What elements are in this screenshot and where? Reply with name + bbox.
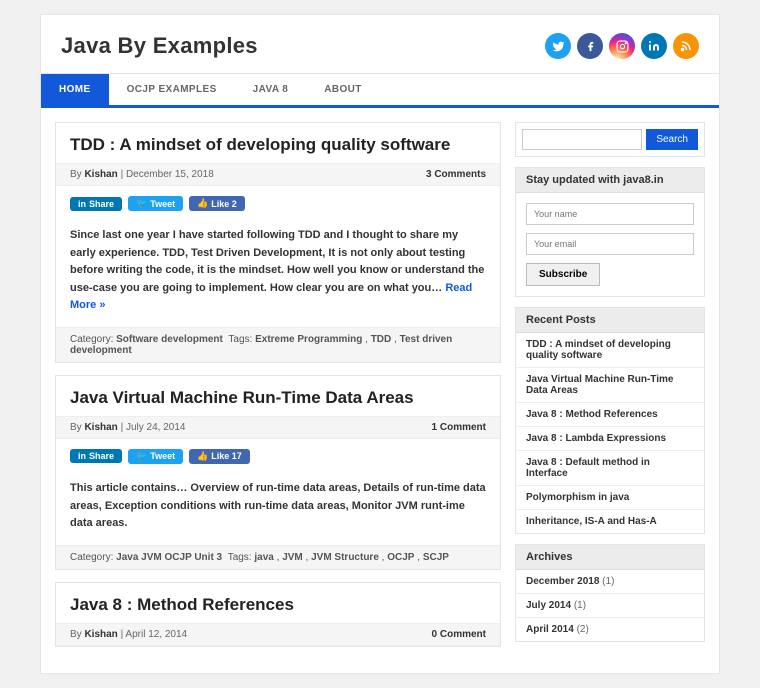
- post-author[interactable]: Kishan: [84, 169, 117, 180]
- tag-link[interactable]: TDD: [371, 334, 392, 345]
- post-comments[interactable]: 1 Comment: [432, 422, 486, 433]
- post-date: December 15, 2018: [126, 169, 214, 180]
- recent-post-link[interactable]: Java 8 : Lambda Expressions: [516, 427, 704, 451]
- post-author[interactable]: Kishan: [84, 629, 117, 640]
- widget-title: Archives: [516, 545, 704, 570]
- archives-widget: Archives December 2018 (1) July 2014 (1)…: [515, 544, 705, 642]
- main-content: TDD : A mindset of developing quality so…: [55, 122, 501, 659]
- archive-link[interactable]: April 2014 (2): [516, 618, 704, 641]
- subscribe-name-input[interactable]: [526, 203, 694, 225]
- post-author[interactable]: Kishan: [84, 422, 117, 433]
- instagram-icon[interactable]: [609, 33, 635, 59]
- share-row: inShare 🐦Tweet 👍Like 17: [56, 439, 500, 474]
- tag-link[interactable]: java: [254, 552, 273, 563]
- post-meta: By Kishan | December 15, 2018 3 Comments: [56, 163, 500, 186]
- search-button[interactable]: Search: [646, 129, 698, 150]
- post-meta: By Kishan | April 12, 2014 0 Comment: [56, 623, 500, 646]
- post-comments[interactable]: 3 Comments: [426, 169, 486, 180]
- linkedin-icon[interactable]: [641, 33, 667, 59]
- tag-link[interactable]: JVM: [282, 552, 303, 563]
- share-twitter-button[interactable]: 🐦Tweet: [128, 449, 183, 464]
- rss-icon[interactable]: [673, 33, 699, 59]
- recent-post-link[interactable]: Java Virtual Machine Run-Time Data Areas: [516, 368, 704, 403]
- subscribe-widget: Stay updated with java8.in Subscribe: [515, 167, 705, 297]
- post-title[interactable]: Java 8 : Method References: [56, 583, 500, 623]
- share-linkedin-button[interactable]: inShare: [70, 449, 122, 463]
- recent-post-link[interactable]: Java 8 : Default method in Interface: [516, 451, 704, 486]
- tag-link[interactable]: SCJP: [423, 552, 449, 563]
- post-date: April 12, 2014: [125, 629, 187, 640]
- recent-post-link[interactable]: Inheritance, IS-A and Has-A: [516, 510, 704, 533]
- recent-post-link[interactable]: TDD : A mindset of developing quality so…: [516, 333, 704, 368]
- category-link[interactable]: Software development: [116, 334, 223, 345]
- tag-link[interactable]: Extreme Programming: [255, 334, 362, 345]
- archive-link[interactable]: December 2018 (1): [516, 570, 704, 594]
- post-title[interactable]: TDD : A mindset of developing quality so…: [56, 123, 500, 163]
- subscribe-button[interactable]: Subscribe: [526, 263, 600, 286]
- search-widget: Search: [515, 122, 705, 157]
- site-title[interactable]: Java By Examples: [61, 33, 258, 59]
- post-categories: Category: Software development Tags: Ext…: [56, 327, 500, 362]
- facebook-icon[interactable]: [577, 33, 603, 59]
- nav-about[interactable]: ABOUT: [306, 74, 380, 105]
- nav-home[interactable]: HOME: [41, 74, 109, 105]
- archive-link[interactable]: July 2014 (1): [516, 594, 704, 618]
- post-excerpt: Since last one year I have started follo…: [56, 221, 500, 327]
- share-facebook-button[interactable]: 👍Like 2: [189, 196, 245, 211]
- post-comments[interactable]: 0 Comment: [432, 629, 486, 640]
- post-title[interactable]: Java Virtual Machine Run-Time Data Areas: [56, 376, 500, 416]
- share-twitter-button[interactable]: 🐦Tweet: [128, 196, 183, 211]
- share-row: inShare 🐦Tweet 👍Like 2: [56, 186, 500, 221]
- nav-java8[interactable]: JAVA 8: [235, 74, 307, 105]
- recent-posts-widget: Recent Posts TDD : A mindset of developi…: [515, 307, 705, 534]
- post-excerpt: This article contains… Overview of run-t…: [56, 474, 500, 545]
- twitter-icon[interactable]: [545, 33, 571, 59]
- share-linkedin-button[interactable]: inShare: [70, 197, 122, 211]
- nav-ocjp[interactable]: OCJP EXAMPLES: [109, 74, 235, 105]
- post-categories: Category: Java JVM OCJP Unit 3 Tags: jav…: [56, 545, 500, 569]
- share-facebook-button[interactable]: 👍Like 17: [189, 449, 250, 464]
- tag-link[interactable]: OCJP: [387, 552, 414, 563]
- widget-title: Recent Posts: [516, 308, 704, 333]
- social-links: [545, 33, 699, 59]
- post: Java Virtual Machine Run-Time Data Areas…: [55, 375, 501, 570]
- tag-link[interactable]: JVM Structure: [311, 552, 379, 563]
- widget-title: Stay updated with java8.in: [516, 168, 704, 193]
- recent-post-link[interactable]: Polymorphism in java: [516, 486, 704, 510]
- post-meta: By Kishan | July 24, 2014 1 Comment: [56, 416, 500, 439]
- post-date: July 24, 2014: [126, 422, 186, 433]
- post: Java 8 : Method References By Kishan | A…: [55, 582, 501, 647]
- recent-post-link[interactable]: Java 8 : Method References: [516, 403, 704, 427]
- subscribe-email-input[interactable]: [526, 233, 694, 255]
- post: TDD : A mindset of developing quality so…: [55, 122, 501, 363]
- sidebar: Search Stay updated with java8.in Subscr…: [515, 122, 705, 652]
- category-link[interactable]: Java JVM OCJP Unit 3: [116, 552, 222, 563]
- search-input[interactable]: [522, 129, 642, 150]
- main-nav: HOME OCJP EXAMPLES JAVA 8 ABOUT: [41, 73, 719, 108]
